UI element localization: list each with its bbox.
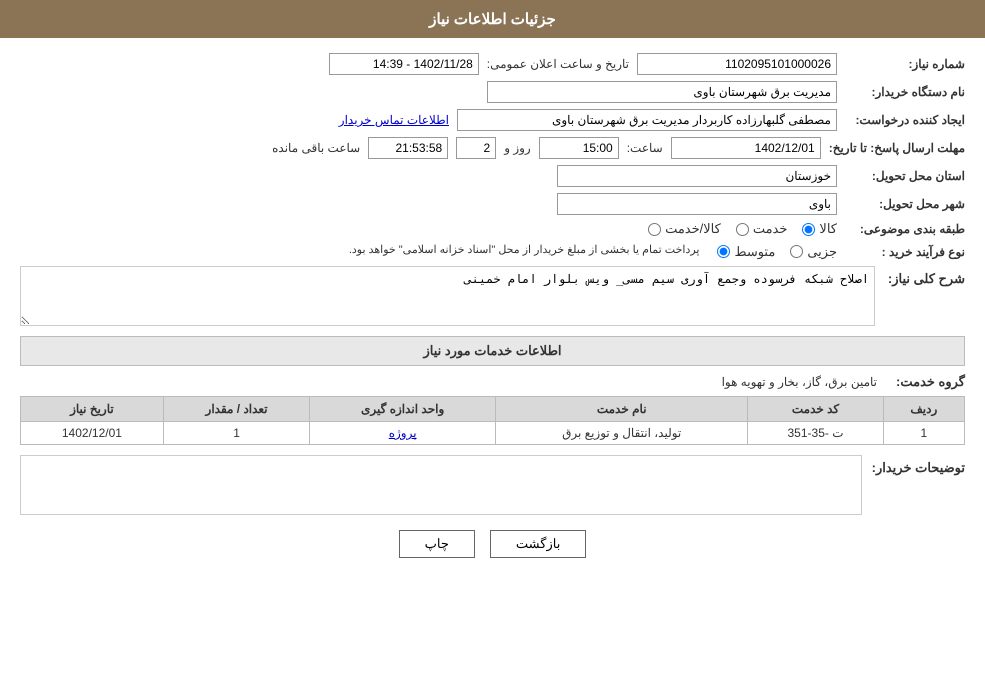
need-description-label: شرح کلی نیاز: xyxy=(885,266,965,287)
need-description-textarea[interactable] xyxy=(20,266,875,326)
service-group-row: گروه خدمت: تامین برق، گاز، بخار و تهویه … xyxy=(20,374,965,390)
radio-khedmat[interactable]: خدمت xyxy=(736,221,788,237)
table-row: 1 ت -35-351 تولید، انتقال و توزیع برق پر… xyxy=(21,422,965,445)
remaining-time-input[interactable] xyxy=(368,137,448,159)
radio-kala-khedmat-label: کالا/خدمت xyxy=(665,221,721,237)
cell-service-name: تولید، انتقال و توزیع برق xyxy=(496,422,748,445)
radio-kala-input[interactable] xyxy=(802,223,815,236)
radio-kala-khedmat[interactable]: کالا/خدمت xyxy=(648,221,721,237)
requester-input[interactable] xyxy=(457,109,837,131)
buyer-org-label: نام دستگاه خریدار: xyxy=(845,85,965,99)
radio-jozi-input[interactable] xyxy=(790,245,803,258)
radio-khedmat-label: خدمت xyxy=(753,221,788,237)
col-service-name: نام خدمت xyxy=(496,397,748,422)
purchase-type-radio-group: متوسط جزیی xyxy=(717,244,837,260)
need-number-label: شماره نیاز: xyxy=(845,57,965,71)
back-button[interactable]: بازگشت xyxy=(490,530,586,558)
reply-date-input[interactable] xyxy=(671,137,821,159)
radio-kala-label: کالا xyxy=(819,221,837,237)
cell-service-code: ت -35-351 xyxy=(748,422,883,445)
cell-quantity: 1 xyxy=(163,422,309,445)
service-group-value: تامین برق، گاز، بخار و تهویه هوا xyxy=(722,375,877,389)
page-title: جزئیات اطلاعات نیاز xyxy=(429,11,556,28)
remaining-time-label: ساعت باقی مانده xyxy=(272,141,360,155)
radio-jozi-label: جزیی xyxy=(807,244,837,260)
category-radio-group: کالا/خدمت خدمت کالا xyxy=(648,221,837,237)
radio-jozi[interactable]: جزیی xyxy=(790,244,837,260)
remaining-days-label: روز و xyxy=(504,141,531,155)
services-table: ردیف کد خدمت نام خدمت واحد اندازه گیری ت… xyxy=(20,396,965,445)
page-header: جزئیات اطلاعات نیاز xyxy=(0,0,985,38)
col-row-num: ردیف xyxy=(883,397,964,422)
purchase-type-label: نوع فرآیند خرید : xyxy=(845,245,965,259)
col-quantity: تعداد / مقدار xyxy=(163,397,309,422)
col-date: تاریخ نیاز xyxy=(21,397,164,422)
need-number-input[interactable] xyxy=(637,53,837,75)
print-button[interactable]: چاپ xyxy=(399,530,475,558)
radio-kala[interactable]: کالا xyxy=(802,221,837,237)
payment-note: پرداخت تمام یا بخشی از مبلغ خریدار از مح… xyxy=(349,243,700,256)
radio-khedmat-input[interactable] xyxy=(736,223,749,236)
province-input[interactable] xyxy=(557,165,837,187)
remaining-days-input[interactable] xyxy=(456,137,496,159)
category-label: طبقه بندی موضوعی: xyxy=(845,222,965,236)
city-label: شهر محل تحویل: xyxy=(845,197,965,211)
cell-unit[interactable]: پروژه xyxy=(310,422,496,445)
buyer-notes-section: توضیحات خریدار: xyxy=(20,455,965,515)
cell-row-num: 1 xyxy=(883,422,964,445)
announce-datetime-input[interactable] xyxy=(329,53,479,75)
buyer-notes-box xyxy=(20,455,862,515)
city-input[interactable] xyxy=(557,193,837,215)
announce-datetime-label: تاریخ و ساعت اعلان عمومی: xyxy=(487,57,629,71)
radio-motevaset-input[interactable] xyxy=(717,245,730,258)
contact-info-link[interactable]: اطلاعات تماس خریدار xyxy=(339,113,449,127)
service-group-label: گروه خدمت: xyxy=(885,374,965,390)
province-label: استان محل تحویل: xyxy=(845,169,965,183)
buyer-notes-label: توضیحات خریدار: xyxy=(872,455,965,476)
cell-date: 1402/12/01 xyxy=(21,422,164,445)
radio-motevaset[interactable]: متوسط xyxy=(717,244,775,260)
radio-kala-khedmat-input[interactable] xyxy=(648,223,661,236)
services-section-title: اطلاعات خدمات مورد نیاز xyxy=(20,336,965,366)
button-row: بازگشت چاپ xyxy=(20,530,965,573)
reply-time-label: ساعت: xyxy=(627,141,663,155)
requester-label: ایجاد کننده درخواست: xyxy=(845,113,965,127)
need-description-section: شرح کلی نیاز: xyxy=(20,266,965,326)
buyer-org-input[interactable] xyxy=(487,81,837,103)
reply-deadline-label: مهلت ارسال پاسخ: تا تاریخ: xyxy=(829,141,965,155)
col-service-code: کد خدمت xyxy=(748,397,883,422)
col-unit: واحد اندازه گیری xyxy=(310,397,496,422)
radio-motevaset-label: متوسط xyxy=(734,244,775,260)
reply-time-input[interactable] xyxy=(539,137,619,159)
